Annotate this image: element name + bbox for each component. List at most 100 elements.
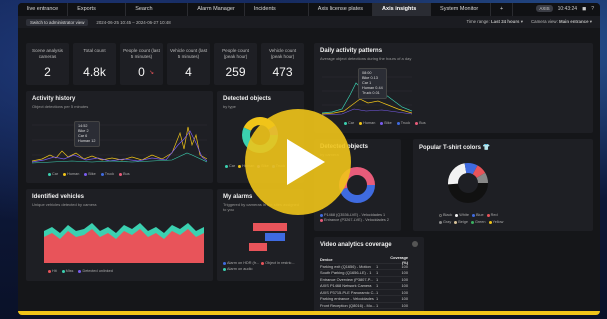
kpi-card-vehicle-5min: Vehicle count (last 5 minutes) 4 bbox=[167, 43, 210, 85]
tooltip-row: Human 12 bbox=[78, 139, 96, 143]
admin-view-button[interactable]: Switch to administrator view bbox=[26, 18, 89, 26]
legend-detected-unlinked[interactable]: Detected unlinked bbox=[78, 269, 113, 273]
legend-red[interactable]: Red bbox=[486, 213, 498, 217]
chart-legend: Alarm on HDR (fr... Object in restric...… bbox=[223, 261, 303, 271]
legend-gray[interactable]: Gray bbox=[439, 220, 451, 224]
kpi-value: 4.8k bbox=[83, 65, 106, 79]
popular-colors-card: Popular T-shirt colors 👕 Black White Blu… bbox=[413, 139, 593, 231]
card-subtitle: by type bbox=[223, 104, 236, 109]
identified-vehicles-card: Identified vehicles Unique vehicles dete… bbox=[26, 189, 213, 281]
card-subtitle: Average object detections during the hou… bbox=[320, 56, 412, 61]
kpi-label: Vehicle count (last 5 minutes) bbox=[169, 48, 208, 59]
table-row[interactable]: Front Reception (Q8016) - Mo... 1 100 bbox=[320, 303, 408, 309]
legend-alarm-audio[interactable]: Alarm on audio bbox=[223, 267, 253, 271]
card-title: Popular T-shirt colors 👕 bbox=[419, 145, 491, 151]
activity-history-card: Activity history Object detections per 5… bbox=[26, 91, 213, 183]
camera-view-label: Camera view: bbox=[530, 19, 558, 24]
top-right-controls: AXIS 10:43:24 ◼ ? bbox=[536, 5, 594, 12]
axis-badge: AXIS bbox=[536, 5, 553, 12]
legend-bike[interactable]: Bike bbox=[380, 121, 392, 125]
card-subtitle: Object detections per 5 minutes bbox=[32, 104, 89, 109]
kpi-label: People count (peak hour) bbox=[222, 48, 249, 59]
help-icon[interactable]: ? bbox=[591, 6, 594, 12]
legend-bike[interactable]: Bike bbox=[84, 172, 96, 176]
tab-search[interactable]: Search bbox=[126, 3, 189, 16]
activity-history-chart[interactable] bbox=[32, 115, 207, 167]
date-range: 2024-06-25 10:45 – 2024-06-27 10:48 bbox=[96, 19, 171, 25]
kpi-card-total: Total count 4.8k bbox=[73, 43, 116, 85]
daily-patterns-card: Daily activity patterns Average object d… bbox=[314, 43, 593, 133]
time-range-label: Time range: bbox=[466, 19, 490, 24]
kpi-value: 0 bbox=[138, 65, 145, 79]
legend-car[interactable]: Car bbox=[225, 164, 235, 168]
tab-incidents[interactable]: Incidents bbox=[245, 3, 309, 16]
legend-camera-2[interactable]: Entrance (P3267-LVE) - Velocidades 2 bbox=[320, 218, 389, 222]
chart-legend: Car Human Bike Truck Bus bbox=[344, 121, 426, 125]
legend-alarm-hdr[interactable]: Alarm on HDR (fr... bbox=[223, 261, 259, 265]
kpi-label: Scene analysis cameras bbox=[32, 48, 63, 59]
tab-system-monitor[interactable]: System Monitor bbox=[431, 3, 492, 16]
legend-white[interactable]: White bbox=[455, 213, 469, 217]
tab-axis-insights[interactable]: Axis insights bbox=[373, 3, 432, 16]
tab-bar: live entrance Exports Search Alarm Manag… bbox=[18, 3, 600, 16]
card-title: Activity history bbox=[32, 96, 76, 102]
coverage-card: Video analytics coverage Device Coverage … bbox=[314, 237, 424, 311]
legend-bus[interactable]: Bus bbox=[119, 172, 130, 176]
kpi-label: Total count bbox=[83, 48, 106, 53]
tooltip-row: Truck 0.01 bbox=[362, 91, 380, 95]
chart-tooltip: 08:00 Bike 0.13 Car 1 Human 0.44 Truck 0… bbox=[358, 68, 387, 99]
legend-hit[interactable]: Hit bbox=[48, 269, 57, 273]
kpi-value: 2 bbox=[44, 65, 51, 79]
chart-tooltip: 14:52 Bike 2 Car 6 Human 12 bbox=[74, 121, 100, 147]
popular-colors-donut[interactable] bbox=[446, 161, 490, 205]
legend-yellow[interactable]: Yellow bbox=[488, 220, 503, 224]
tshirt-icon: 👕 bbox=[482, 145, 491, 151]
play-button[interactable] bbox=[245, 109, 351, 215]
kpi-value: 259 bbox=[225, 65, 246, 79]
legend-truck[interactable]: Truck bbox=[100, 172, 114, 176]
tab-license-plates[interactable]: Axis license plates bbox=[309, 3, 374, 16]
legend-beige[interactable]: Beige bbox=[454, 220, 468, 224]
camera-view-select[interactable]: Main entrance bbox=[559, 19, 589, 24]
time-range-select[interactable]: Last 24 hours bbox=[491, 19, 520, 24]
coverage-table: Device Coverage (%) Parking exit (Q1656) … bbox=[320, 255, 408, 309]
card-subtitle: Unique vehicles detected by camera bbox=[32, 202, 97, 207]
kpi-card-cameras: Scene analysis cameras 2 bbox=[26, 43, 69, 85]
alarm-bar bbox=[253, 223, 287, 231]
info-icon[interactable] bbox=[412, 241, 418, 247]
card-title: Detected objects bbox=[223, 96, 272, 102]
kpi-label: Vehicle count (peak hour) bbox=[268, 48, 297, 59]
tab-exports[interactable]: Exports bbox=[68, 3, 127, 16]
legend-green[interactable]: Green bbox=[470, 220, 486, 224]
tab-alarm-manager[interactable]: Alarm Manager bbox=[188, 3, 245, 16]
tab-live-entrance[interactable]: live entrance bbox=[18, 3, 69, 16]
kpi-card-people-5min: People count (last 5 minutes) 0 ↘ bbox=[120, 43, 163, 85]
clock: 10:43:24 bbox=[557, 5, 578, 12]
legend-black[interactable]: Black bbox=[439, 213, 452, 217]
kpi-value: 473 bbox=[272, 65, 293, 79]
trend-down-icon: ↘ bbox=[149, 70, 155, 76]
kpi-card-people-peak: People count (peak hour) 259 bbox=[214, 43, 257, 85]
legend-human[interactable]: Human bbox=[359, 121, 375, 125]
card-title: Video analytics coverage bbox=[320, 242, 392, 248]
toolbar: Switch to administrator view 2024-06-25 … bbox=[18, 16, 600, 28]
legend-bus[interactable]: Bus bbox=[415, 121, 426, 125]
identified-vehicles-chart[interactable] bbox=[44, 211, 204, 263]
legend-human[interactable]: Human bbox=[63, 172, 79, 176]
alarm-bar bbox=[249, 243, 267, 251]
legend-car[interactable]: Car bbox=[48, 172, 58, 176]
legend-miss[interactable]: Miss bbox=[61, 269, 73, 273]
my-alarms-chart[interactable] bbox=[239, 219, 299, 255]
user-icon[interactable]: ◼ bbox=[582, 6, 586, 12]
chart-legend: Car Human Bike Truck Bus bbox=[48, 172, 130, 176]
kpi-value: 4 bbox=[185, 65, 192, 79]
chart-legend: Black White Blue Red Gray Beige Green Ye… bbox=[439, 213, 509, 224]
kpi-card-vehicle-peak: Vehicle count (peak hour) 473 bbox=[261, 43, 304, 85]
card-title: Identified vehicles bbox=[32, 194, 85, 200]
alarm-bar bbox=[265, 233, 285, 241]
add-tab-button[interactable]: + bbox=[491, 3, 514, 16]
legend-object-restricted[interactable]: Object in restric... bbox=[261, 261, 295, 265]
legend-blue[interactable]: Blue bbox=[472, 213, 484, 217]
play-icon bbox=[287, 139, 325, 185]
legend-truck[interactable]: Truck bbox=[396, 121, 410, 125]
